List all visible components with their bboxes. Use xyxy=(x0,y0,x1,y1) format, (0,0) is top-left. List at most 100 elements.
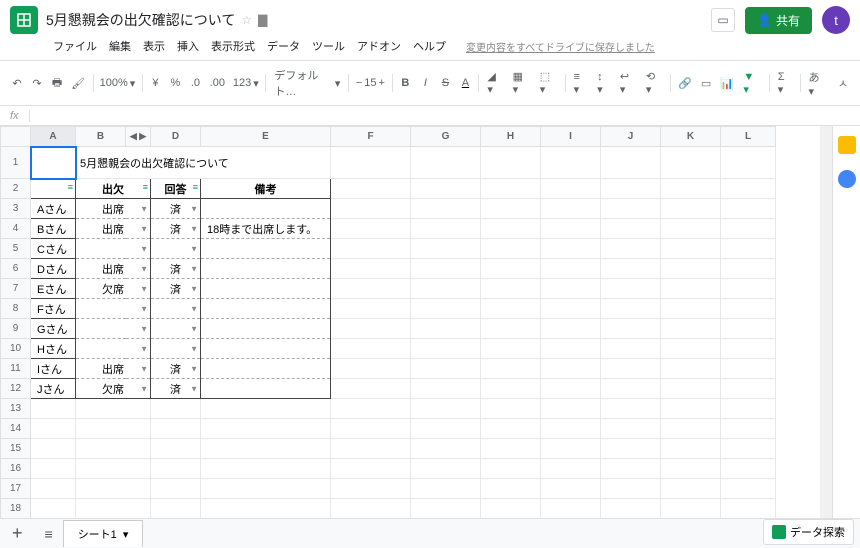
cell-H15[interactable] xyxy=(481,439,541,459)
response-cell[interactable]: ▼ xyxy=(151,239,201,259)
cell-E14[interactable] xyxy=(201,419,331,439)
remarks-cell[interactable] xyxy=(201,379,331,399)
cell-I6[interactable] xyxy=(541,259,601,279)
cell-L11[interactable] xyxy=(721,359,776,379)
row-header-15[interactable]: 15 xyxy=(1,439,31,459)
column-header-L[interactable]: L xyxy=(721,127,776,147)
cell-F11[interactable] xyxy=(331,359,411,379)
cell-E17[interactable] xyxy=(201,479,331,499)
star-icon[interactable]: ☆ xyxy=(241,13,252,27)
cell-E15[interactable] xyxy=(201,439,331,459)
menu-view[interactable]: 表示 xyxy=(138,36,170,56)
cell-J12[interactable] xyxy=(601,379,661,399)
wrap-button[interactable]: ↩ ▾ xyxy=(616,67,640,99)
name-cell[interactable]: Aさん xyxy=(31,199,76,219)
cell-J6[interactable] xyxy=(601,259,661,279)
cell-B18[interactable] xyxy=(76,499,151,519)
cell-J7[interactable] xyxy=(601,279,661,299)
cell-I7[interactable] xyxy=(541,279,601,299)
cell-E13[interactable] xyxy=(201,399,331,419)
cell-I10[interactable] xyxy=(541,339,601,359)
dropdown-icon[interactable]: ▼ xyxy=(140,224,148,233)
row-header-13[interactable]: 13 xyxy=(1,399,31,419)
cell-G15[interactable] xyxy=(411,439,481,459)
attendance-cell[interactable]: ▼ xyxy=(76,239,151,259)
cell-I4[interactable] xyxy=(541,219,601,239)
toolbar-expand-icon[interactable]: ㅅ xyxy=(834,72,852,94)
cell-K6[interactable] xyxy=(661,259,721,279)
dropdown-icon[interactable]: ▼ xyxy=(190,364,198,373)
rotate-button[interactable]: ⟲ ▾ xyxy=(642,67,666,99)
input-method-button[interactable]: あ ▾ xyxy=(804,66,830,101)
cell-I3[interactable] xyxy=(541,199,601,219)
cell-L3[interactable] xyxy=(721,199,776,219)
cell-K12[interactable] xyxy=(661,379,721,399)
row-header-6[interactable]: 6 xyxy=(1,259,31,279)
cell-H12[interactable] xyxy=(481,379,541,399)
header-attendance[interactable]: 出欠≡ xyxy=(76,179,151,199)
cell-J16[interactable] xyxy=(601,459,661,479)
row-header-14[interactable]: 14 xyxy=(1,419,31,439)
cell-F16[interactable] xyxy=(331,459,411,479)
cell-G4[interactable] xyxy=(411,219,481,239)
cell-J5[interactable] xyxy=(601,239,661,259)
comment-button[interactable]: ▭ xyxy=(697,74,715,93)
cell-K16[interactable] xyxy=(661,459,721,479)
folder-icon[interactable]: ▇ xyxy=(258,13,267,27)
cell-F10[interactable] xyxy=(331,339,411,359)
paint-icon[interactable]: 🖌 xyxy=(68,74,89,93)
borders-button[interactable]: ▦ ▾ xyxy=(509,67,534,99)
valign-button[interactable]: ↕ ▾ xyxy=(593,68,614,99)
cell-F5[interactable] xyxy=(331,239,411,259)
remarks-cell[interactable] xyxy=(201,279,331,299)
name-cell[interactable]: Gさん xyxy=(31,319,76,339)
dropdown-icon[interactable]: ▼ xyxy=(140,344,148,353)
percent-button[interactable]: % xyxy=(166,74,184,92)
column-header-G[interactable]: G xyxy=(411,127,481,147)
column-header-C[interactable]: ◀ ▶ xyxy=(126,127,151,147)
cell-F3[interactable] xyxy=(331,199,411,219)
remarks-cell[interactable] xyxy=(201,319,331,339)
cell-E18[interactable] xyxy=(201,499,331,519)
menu-help[interactable]: ヘルプ xyxy=(408,36,451,56)
cell-J17[interactable] xyxy=(601,479,661,499)
column-header-I[interactable]: I xyxy=(541,127,601,147)
link-button[interactable]: 🔗 xyxy=(675,74,695,93)
cell-D14[interactable] xyxy=(151,419,201,439)
response-cell[interactable]: ▼ xyxy=(151,319,201,339)
column-header-J[interactable]: J xyxy=(601,127,661,147)
add-sheet-button[interactable]: + xyxy=(0,523,35,544)
cell-K18[interactable] xyxy=(661,499,721,519)
menu-data[interactable]: データ xyxy=(262,36,305,56)
halign-button[interactable]: ≡ ▾ xyxy=(570,68,591,99)
menu-file[interactable]: ファイル xyxy=(48,36,102,56)
row-header-16[interactable]: 16 xyxy=(1,459,31,479)
cell-H6[interactable] xyxy=(481,259,541,279)
cell-K10[interactable] xyxy=(661,339,721,359)
remarks-cell[interactable] xyxy=(201,199,331,219)
cell-I16[interactable] xyxy=(541,459,601,479)
name-cell[interactable]: Eさん xyxy=(31,279,76,299)
cell-K3[interactable] xyxy=(661,199,721,219)
column-header-F[interactable]: F xyxy=(331,127,411,147)
header-remarks[interactable]: 備考 xyxy=(201,179,331,199)
filter-button[interactable]: ▼ ▾ xyxy=(739,68,765,99)
row-header-11[interactable]: 11 xyxy=(1,359,31,379)
cell-G12[interactable] xyxy=(411,379,481,399)
cell-B14[interactable] xyxy=(76,419,151,439)
strike-button[interactable]: S xyxy=(436,74,454,92)
menu-insert[interactable]: 挿入 xyxy=(172,36,204,56)
chart-button[interactable]: 📊 xyxy=(717,74,737,93)
row-header-17[interactable]: 17 xyxy=(1,479,31,499)
cell-J11[interactable] xyxy=(601,359,661,379)
cell-K13[interactable] xyxy=(661,399,721,419)
remarks-cell[interactable] xyxy=(201,359,331,379)
cell-D16[interactable] xyxy=(151,459,201,479)
cell-K1[interactable] xyxy=(661,147,721,179)
dropdown-icon[interactable]: ▼ xyxy=(140,204,148,213)
row-header-5[interactable]: 5 xyxy=(1,239,31,259)
cell-F13[interactable] xyxy=(331,399,411,419)
increase-decimal-button[interactable]: .00 xyxy=(206,74,228,92)
cell-G1[interactable] xyxy=(411,147,481,179)
name-cell[interactable]: Iさん xyxy=(31,359,76,379)
